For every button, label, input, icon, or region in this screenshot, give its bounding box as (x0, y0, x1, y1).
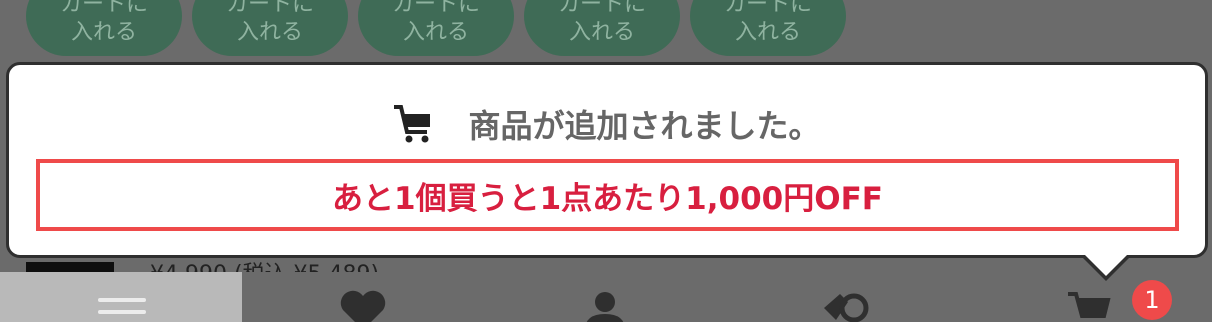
tab-search[interactable] (726, 272, 968, 322)
cart-count-badge: 1 (1132, 280, 1172, 320)
promo-banner[interactable]: あと1個買うと1点あたり1,000円OFF (36, 159, 1179, 231)
tab-menu[interactable] (0, 272, 242, 322)
user-icon (586, 292, 624, 322)
cart-added-popup: 商品が追加されました。 あと1個買うと1点あたり1,000円OFF (6, 62, 1208, 258)
hamburger-icon (98, 298, 146, 322)
tab-favorites[interactable] (242, 272, 484, 322)
background-button-row: カートに 入れる カートに 入れる カートに 入れる カートに 入れる カートに… (0, 0, 1212, 56)
add-to-cart-label: 入れる (568, 20, 635, 45)
add-to-cart-button[interactable]: カートに 入れる (690, 0, 846, 56)
search-icon (824, 293, 869, 322)
add-to-cart-label: 入れる (70, 20, 137, 45)
heart-icon (340, 290, 386, 322)
bottom-tab-bar (0, 272, 1212, 322)
cart-icon (394, 105, 431, 143)
add-to-cart-button[interactable]: カートに 入れる (524, 0, 680, 56)
popup-title: 商品が追加されました。 (468, 107, 821, 145)
add-to-cart-label: カートに (225, 0, 314, 17)
add-to-cart-label: カートに (59, 0, 148, 17)
add-to-cart-label: カートに (391, 0, 480, 17)
add-to-cart-label: カートに (723, 0, 812, 17)
add-to-cart-label: カートに (557, 0, 646, 17)
add-to-cart-button[interactable]: カートに 入れる (192, 0, 348, 56)
cart-icon (1068, 292, 1111, 318)
add-to-cart-label: 入れる (734, 20, 801, 45)
popup-header: 商品が追加されました。 (9, 101, 1205, 147)
promo-text: あと1個買うと1点あたり1,000円OFF (332, 180, 883, 217)
add-to-cart-button[interactable]: カートに 入れる (26, 0, 182, 56)
add-to-cart-button[interactable]: カートに 入れる (358, 0, 514, 56)
add-to-cart-label: 入れる (402, 20, 469, 45)
add-to-cart-label: 入れる (236, 20, 303, 45)
popup-pointer-fill (1084, 254, 1128, 276)
tab-account[interactable] (484, 272, 726, 322)
